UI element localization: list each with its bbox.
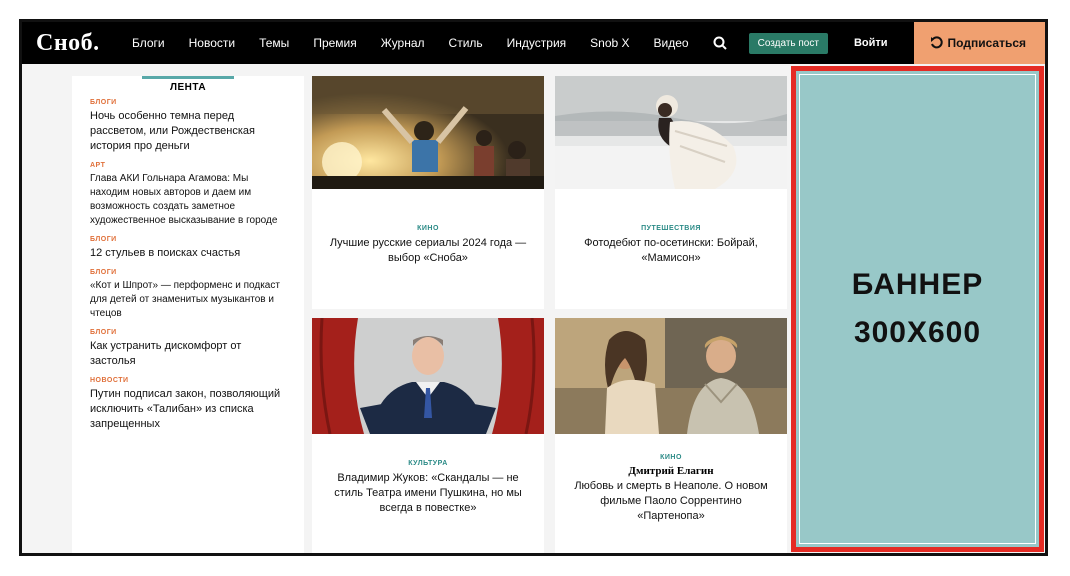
feed-item[interactable]: БЛОГИ Как устранить дискомфорт от застол… [90,329,286,369]
article-card-series[interactable]: КИНО Лучшие русские сериалы 2024 года — … [312,76,544,309]
feed-item[interactable]: НОВОСТИ Путин подписал закон, позволяющи… [90,377,286,432]
feed-item-category: АРТ [90,162,106,169]
browser-frame: Сноб. Блоги Новости Темы Премия Журнал С… [19,19,1048,556]
article-card-culture[interactable]: КУЛЬТУРА Владимир Жуков: «Скандалы — не … [312,318,544,553]
article-category: КИНО [417,225,439,232]
subscribe-button[interactable]: Подписаться [913,22,1045,64]
article-title: Любовь и смерть в Неаполе. О новом фильм… [574,480,768,522]
login-link[interactable]: Войти [854,37,888,49]
banner-label-line2: 300X600 [853,316,982,349]
banner-label-line1: БАННЕР [851,268,984,301]
article-category: КИНО [660,454,682,461]
nav-item-award[interactable]: Премия [313,36,356,50]
site-logo[interactable]: Сноб. [36,30,132,57]
article-author: Дмитрий Елагин [628,465,714,477]
feed-item-title: 12 стульев в поисках счастья [90,247,241,259]
article-image-portrait [312,318,544,434]
article-title: Фотодебют по-осетински: Бойрай, «Мамисон… [584,237,758,264]
feed-list: БЛОГИ Ночь особенно темна перед рассвето… [72,93,304,432]
feed-item-category: БЛОГИ [90,99,117,106]
feed-item-category: БЛОГИ [90,236,117,243]
feed-item-title: Глава АКИ Гольнара Агамова: Мы находим н… [90,173,278,226]
feed-heading: ЛЕНТА [169,82,207,93]
article-title: Владимир Жуков: «Скандалы — не стиль Теа… [334,472,522,514]
article-card-film[interactable]: КИНО Дмитрий Елагин Любовь и смерть в Не… [555,318,787,553]
search-icon[interactable] [709,32,731,54]
feed-item-category: БЛОГИ [90,329,117,336]
article-category: ПУТЕШЕСТВИЯ [641,225,701,232]
feed-item-category: БЛОГИ [90,269,117,276]
feed-accent-bar [142,76,234,79]
refresh-arrow-icon [930,36,943,49]
nav-item-news[interactable]: Новости [189,36,235,50]
nav-item-magazine[interactable]: Журнал [381,36,425,50]
nav-item-industry[interactable]: Индустрия [507,36,567,50]
article-title: Лучшие русские сериалы 2024 года — выбор… [329,237,527,264]
feed-item-category: НОВОСТИ [90,377,129,384]
article-image-winter [555,76,787,189]
feed-item[interactable]: АРТ Глава АКИ Гольнара Агамова: Мы наход… [90,162,286,228]
top-navigation-bar: Сноб. Блоги Новости Темы Премия Журнал С… [22,22,1045,64]
nav-item-topics[interactable]: Темы [259,36,289,50]
feed-item[interactable]: БЛОГИ «Кот и Шпрот» — перформенс и подка… [90,269,286,321]
main-nav: Блоги Новости Темы Премия Журнал Стиль И… [132,36,713,50]
nav-item-video[interactable]: Видео [654,36,689,50]
ad-banner-placeholder[interactable]: БАННЕР 300X600 [791,66,1044,552]
feed-item[interactable]: БЛОГИ Ночь особенно темна перед рассвето… [90,99,286,154]
create-post-button[interactable]: Создать пост [748,32,828,54]
article-card-travel[interactable]: ПУТЕШЕСТВИЯ Фотодебют по-осетински: Бойр… [555,76,787,309]
article-image-concert [312,76,544,189]
article-category: КУЛЬТУРА [408,460,448,467]
news-feed: ЛЕНТА БЛОГИ Ночь особенно темна перед ра… [72,76,304,553]
article-image-film [555,318,787,434]
subscribe-label: Подписаться [947,36,1026,50]
feed-item-title: Ночь особенно темна перед рассветом, или… [90,110,255,152]
nav-item-snob-x[interactable]: Snob X [590,36,629,50]
feed-item-title: Путин подписал закон, позволяющий исключ… [90,388,281,430]
feed-item-title: Как устранить дискомфорт от застолья [90,340,242,367]
feed-item-title: «Кот и Шпрот» — перформенс и подкаст для… [90,280,280,319]
nav-item-blogs[interactable]: Блоги [132,36,165,50]
feed-item[interactable]: БЛОГИ 12 стульев в поисках счастья [90,236,286,261]
nav-item-style[interactable]: Стиль [449,36,483,50]
